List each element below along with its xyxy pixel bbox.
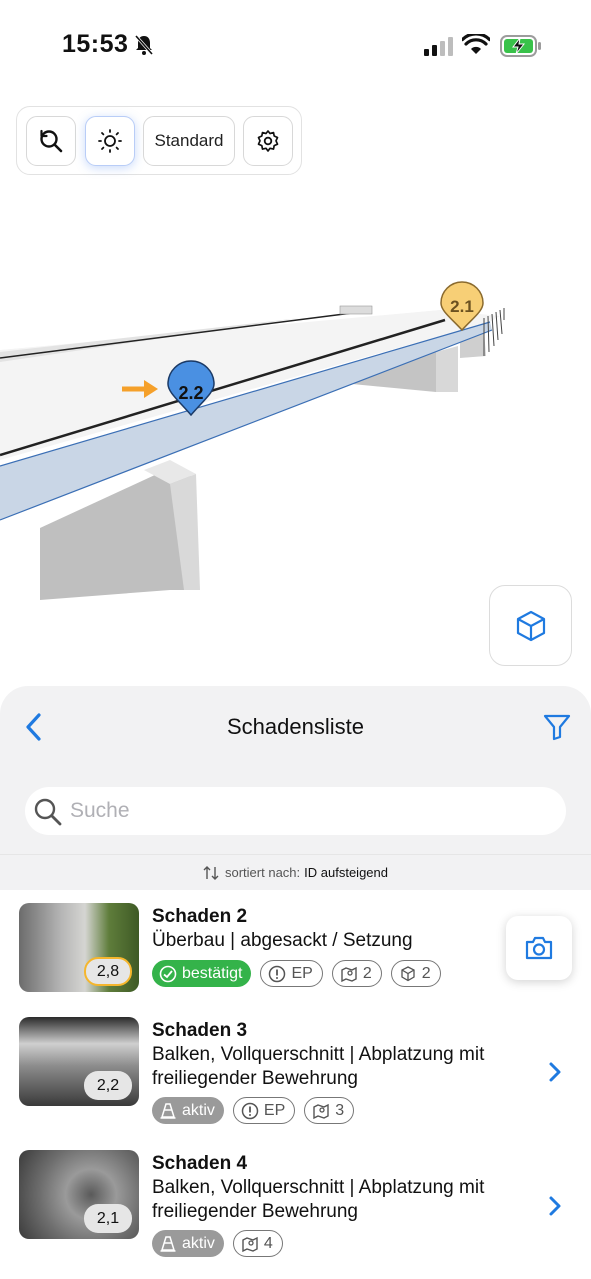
reset-view-button[interactable]: [26, 116, 76, 166]
tag-chip: 3: [304, 1097, 355, 1124]
wifi-icon: [462, 34, 490, 54]
bell-muted-icon: [134, 35, 154, 55]
cube-icon: [401, 965, 415, 981]
status-bar: 15:53: [0, 0, 591, 92]
condition-score: 2,2: [84, 1071, 132, 1100]
condition-score: 2,1: [84, 1204, 132, 1233]
damage-photo: 2,2: [19, 1017, 139, 1106]
list-item[interactable]: 2,2 Schaden 3 Balken, Vollquerschnitt | …: [0, 1005, 591, 1137]
list-item[interactable]: 2,8 Schaden 2 Überbau | abgesackt / Setz…: [0, 890, 591, 1005]
damage-photo: 2,1: [19, 1150, 139, 1239]
cell-signal-icon: [424, 37, 453, 56]
tag-chip: 4: [232, 1230, 283, 1257]
reset-icon: [40, 129, 63, 153]
tag-chip: 2: [390, 960, 441, 987]
view-mode-button[interactable]: Standard: [143, 116, 235, 166]
sun-icon: [98, 129, 122, 153]
cube-icon: [516, 610, 545, 641]
marker-label: 2.2: [178, 383, 203, 403]
map-pin-icon: [341, 966, 357, 982]
check-circle-icon: [159, 965, 177, 982]
damage-list: 2,8 Schaden 2 Überbau | abgesackt / Setz…: [0, 890, 591, 1279]
damage-photo: 2,8: [19, 903, 139, 992]
map-pin-icon: [242, 1236, 258, 1252]
status-badge: bestätigt: [152, 960, 252, 987]
settings-button[interactable]: [243, 116, 293, 166]
marker-label: 2.1: [450, 297, 474, 316]
damage-name: Schaden 3: [152, 1020, 248, 1041]
3d-view-button[interactable]: [489, 585, 572, 666]
filter-icon[interactable]: [542, 712, 572, 742]
sheet-title: Schadensliste: [227, 714, 364, 739]
camera-icon: [525, 936, 553, 960]
condition-score: 2,8: [84, 957, 132, 986]
alert-icon: [269, 965, 286, 982]
damage-name: Schaden 4: [152, 1153, 248, 1174]
tag-chip: EP: [260, 960, 323, 987]
lighting-button[interactable]: [85, 116, 135, 166]
status-badge: aktiv: [152, 1230, 224, 1257]
sort-arrows-icon: [203, 865, 219, 880]
damage-name: Schaden 2: [152, 906, 248, 927]
sort-prefix: sortiert nach:: [225, 865, 301, 880]
list-item[interactable]: 2,1 Schaden 4 Balken, Vollquerschnitt | …: [0, 1137, 591, 1279]
search-field[interactable]: Suche: [25, 787, 566, 835]
chevron-right-icon[interactable]: [547, 1061, 563, 1083]
tag-chip: EP: [232, 1097, 296, 1124]
status-time: 15:53: [62, 30, 129, 58]
traffic-cone-icon: [160, 1235, 176, 1252]
chevron-right-icon[interactable]: [547, 1195, 563, 1217]
damage-tags: aktiv EP 3: [152, 1097, 355, 1124]
tag-chip: 2: [331, 960, 382, 987]
map-pin-icon: [313, 1103, 329, 1119]
sort-key: ID aufsteigend: [304, 865, 388, 880]
damage-description: Überbau | abgesackt / Setzung: [152, 930, 413, 951]
status-badge: aktiv: [152, 1097, 224, 1124]
alert-icon: [241, 1102, 259, 1119]
search-icon: [34, 798, 62, 826]
damage-description: Balken, Vollquerschnitt | Abplatzung mit…: [152, 1044, 485, 1089]
gear-icon: [257, 130, 279, 152]
traffic-cone-icon: [160, 1102, 176, 1119]
viewer-toolbar: Standard: [16, 106, 302, 175]
search-placeholder: Suche: [70, 799, 130, 822]
damage-description: Balken, Vollquerschnitt | Abplatzung mit…: [152, 1177, 485, 1222]
battery-charging-icon: [500, 35, 541, 57]
damage-tags: bestätigt EP 2 2: [152, 960, 441, 987]
camera-button[interactable]: [506, 916, 572, 980]
damage-tags: aktiv 4: [152, 1230, 283, 1257]
sort-indicator[interactable]: sortiert nach: ID aufsteigend: [0, 854, 591, 890]
